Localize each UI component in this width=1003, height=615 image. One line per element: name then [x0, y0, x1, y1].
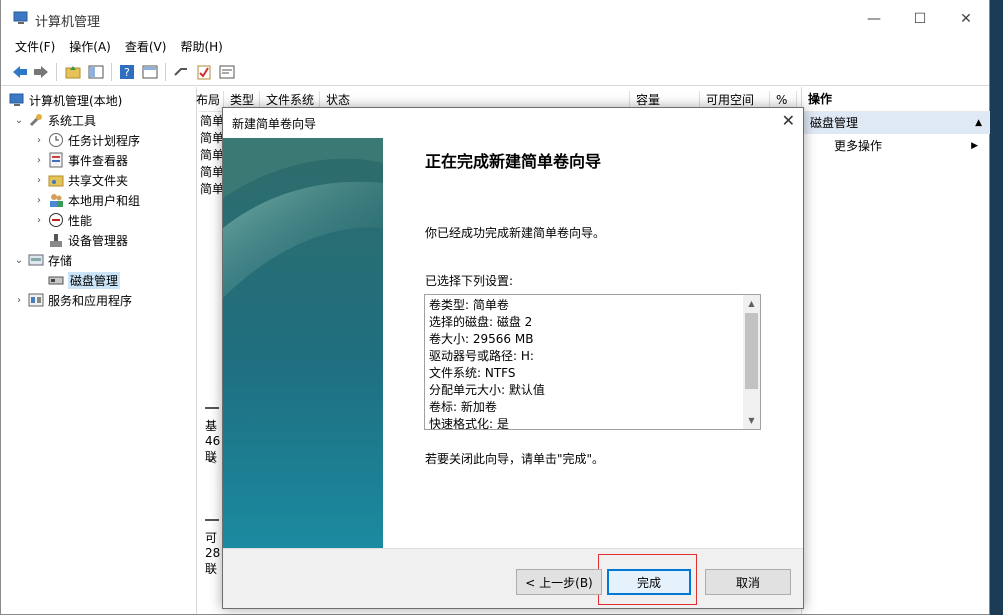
- tree-item-root[interactable]: 计算机管理(本地): [9, 90, 122, 110]
- settings-list: 卷类型: 简单卷 选择的磁盘: 磁盘 2 卷大小: 29566 MB 驱动器号或…: [429, 297, 545, 430]
- storage-icon: [28, 252, 44, 268]
- services-icon: [28, 292, 44, 308]
- tree-item-system-tools[interactable]: ⌄ 系统工具: [13, 110, 96, 130]
- collapse-up-icon[interactable]: ▲: [975, 112, 982, 134]
- device-manager-icon: [48, 232, 64, 248]
- console-icon[interactable]: [218, 63, 236, 81]
- tree-item-performance[interactable]: › 性能: [33, 210, 92, 230]
- event-log-icon: [48, 152, 64, 168]
- finish-button[interactable]: 完成: [607, 569, 691, 595]
- menu-action[interactable]: 操作(A): [62, 38, 118, 58]
- chevron-down-icon[interactable]: ⌄: [13, 255, 25, 266]
- toolbar-separator: [56, 63, 57, 81]
- settings-label: 已选择下列设置:: [425, 274, 514, 288]
- more-actions-item[interactable]: 更多操作 ▶: [802, 134, 990, 158]
- dialog-button-bar: < 上一步(B) 完成 取消: [223, 548, 803, 608]
- tree-item-task-scheduler[interactable]: › 任务计划程序: [33, 130, 140, 150]
- setting-line: 快速格式化: 是: [429, 417, 509, 430]
- actions-title: 操作: [802, 87, 990, 112]
- settings-scrollbar[interactable]: ▲ ▼: [743, 295, 760, 429]
- chevron-right-icon[interactable]: ›: [33, 195, 45, 206]
- column-header-layout[interactable]: 布局: [193, 91, 224, 111]
- table-row[interactable]: 简单: [200, 129, 224, 146]
- title-bar: 计算机管理 — ☐ ✕: [1, 0, 989, 38]
- wizard-success-message: 你已经成功完成新建简单卷向导。: [425, 226, 606, 240]
- finish-instruction: 若要关闭此向导，请单击"完成"。: [425, 452, 605, 466]
- properties-icon[interactable]: [141, 63, 159, 81]
- menu-file[interactable]: 文件(F): [1, 38, 62, 58]
- scroll-thumb[interactable]: [745, 313, 758, 389]
- connect-icon[interactable]: [172, 63, 190, 81]
- clock-icon: [48, 132, 64, 148]
- cancel-button[interactable]: 取消: [705, 569, 791, 595]
- toolbar-separator: [111, 63, 112, 81]
- menu-view[interactable]: 查看(V): [118, 38, 174, 58]
- actions-pane: 操作 磁盘管理 ▲ 更多操作 ▶: [801, 87, 990, 614]
- checklist-icon[interactable]: [195, 63, 213, 81]
- toolbar-separator: [165, 63, 166, 81]
- chevron-right-icon[interactable]: ›: [33, 155, 45, 166]
- disk-bar: [205, 519, 219, 521]
- setting-line: 卷标: 新加卷: [429, 400, 497, 414]
- setting-line: 文件系统: NTFS: [429, 366, 516, 380]
- tree-item-local-users[interactable]: › 本地用户和组: [33, 190, 140, 210]
- chevron-right-icon[interactable]: ›: [13, 295, 25, 306]
- menu-help[interactable]: 帮助(H): [173, 38, 229, 58]
- svg-text:?: ?: [124, 66, 130, 79]
- setting-line: 卷大小: 29566 MB: [429, 332, 534, 346]
- submenu-arrow-icon: ▶: [971, 141, 978, 151]
- window-title: 计算机管理: [35, 15, 101, 30]
- up-folder-icon[interactable]: [64, 63, 82, 81]
- table-row[interactable]: 简单: [200, 163, 224, 180]
- console-tree: 计算机管理(本地) ⌄ 系统工具 › 任务计划程序 › 事件查看器 › 共享文件…: [1, 87, 197, 614]
- disk-bar: [205, 407, 219, 409]
- setting-line: 卷类型: 简单卷: [429, 298, 509, 312]
- chevron-right-icon[interactable]: ›: [33, 135, 45, 146]
- computer-management-icon: [13, 11, 29, 25]
- back-arrow-icon[interactable]: [11, 63, 29, 81]
- maximize-button[interactable]: ☐: [897, 0, 943, 38]
- tree-item-services-apps[interactable]: › 服务和应用程序: [13, 290, 132, 310]
- tree-item-storage[interactable]: ⌄ 存储: [13, 250, 72, 270]
- setting-line: 选择的磁盘: 磁盘 2: [429, 315, 533, 329]
- setting-line: 驱动器号或路径: H:: [429, 349, 534, 363]
- dialog-close-button[interactable]: ✕: [782, 111, 795, 130]
- table-row[interactable]: 简单: [200, 146, 224, 163]
- forward-arrow-icon[interactable]: [32, 63, 50, 81]
- toolbar: ?: [1, 58, 989, 86]
- scroll-down-icon[interactable]: ▼: [743, 412, 760, 429]
- settings-summary-box[interactable]: 卷类型: 简单卷 选择的磁盘: 磁盘 2 卷大小: 29566 MB 驱动器号或…: [424, 294, 761, 430]
- actions-section-disk-management[interactable]: 磁盘管理 ▲: [802, 112, 990, 134]
- performance-icon: [48, 212, 64, 228]
- help-icon[interactable]: ?: [118, 63, 136, 81]
- dialog-title: 新建简单卷向导: [232, 117, 317, 131]
- menu-bar: 文件(F) 操作(A) 查看(V) 帮助(H): [1, 38, 989, 58]
- users-icon: [48, 192, 64, 208]
- disk-icon: [48, 272, 64, 288]
- new-simple-volume-wizard: 新建简单卷向导 ✕ 正在完成新建简单卷向导 你已经成功完成新建简单卷向导。 已选…: [222, 107, 804, 609]
- chevron-right-icon[interactable]: ›: [33, 215, 45, 226]
- shared-folder-icon: [48, 172, 64, 188]
- tree-item-event-viewer[interactable]: › 事件查看器: [33, 150, 128, 170]
- computer-icon: [9, 92, 25, 108]
- back-button[interactable]: < 上一步(B): [516, 569, 602, 595]
- tree-item-disk-management[interactable]: 磁盘管理: [48, 270, 121, 290]
- close-button[interactable]: ✕: [943, 0, 989, 38]
- scroll-up-icon[interactable]: ▲: [743, 295, 760, 312]
- table-row[interactable]: 简单: [200, 112, 224, 129]
- wizard-side-banner: [223, 138, 383, 548]
- tools-icon: [28, 112, 44, 128]
- tree-item-device-manager[interactable]: 设备管理器: [48, 230, 128, 250]
- tree-item-shared-folders[interactable]: › 共享文件夹: [33, 170, 128, 190]
- setting-line: 分配单元大小: 默认值: [429, 383, 545, 397]
- chevron-down-icon[interactable]: ⌄: [13, 115, 25, 126]
- wizard-heading: 正在完成新建简单卷向导: [425, 152, 602, 171]
- show-tree-icon[interactable]: [87, 63, 105, 81]
- chevron-right-icon[interactable]: ›: [33, 175, 45, 186]
- table-row[interactable]: 简单: [200, 180, 224, 197]
- minimize-button[interactable]: —: [851, 0, 897, 38]
